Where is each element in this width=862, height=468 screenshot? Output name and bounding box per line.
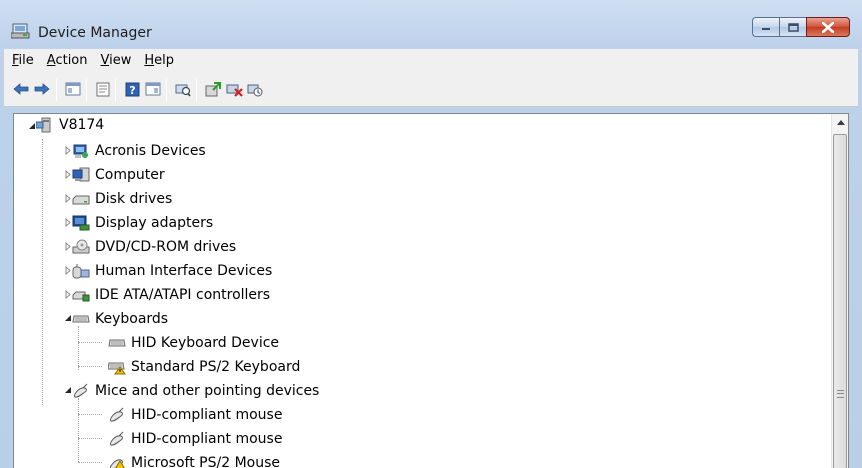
device-manager-icon [10, 23, 31, 39]
menu-action[interactable]: Action [41, 53, 95, 68]
expand-arrow-icon[interactable] [63, 170, 72, 179]
tree-item-disk-drives[interactable]: Disk drives [72, 188, 172, 210]
window-title: Device Manager [38, 25, 152, 41]
update-driver-icon[interactable] [204, 80, 222, 98]
tree-item-microsoft-ps2-mouse[interactable]: Microsoft PS/2 Mouse [108, 452, 280, 468]
scrollbar-thumb[interactable] [833, 134, 847, 468]
menu-mnemonic: V [100, 53, 110, 68]
tree-line [78, 462, 102, 463]
menu-bar: File Action View Help [4, 49, 858, 72]
toolbar-separator [115, 79, 116, 101]
maximize-button[interactable] [779, 17, 806, 37]
menu-file[interactable]: File [6, 53, 41, 68]
disk-drive-icon [72, 191, 90, 207]
toolbar-separator [166, 79, 167, 101]
tree-item-hid-compliant-mouse-1[interactable]: HID-compliant mouse [108, 404, 282, 426]
tree-item-display-adapters[interactable]: Display adapters [72, 212, 213, 234]
caption-buttons [752, 17, 850, 37]
tree-line [42, 139, 43, 405]
help-icon[interactable]: ? [123, 80, 141, 98]
tree-line [78, 398, 79, 462]
mouse-icon [108, 407, 126, 423]
expand-arrow-icon[interactable] [63, 194, 72, 203]
keyboard-warning-icon [108, 359, 126, 375]
scan-hardware-icon[interactable] [174, 80, 192, 98]
tree-item-human-interface-devices[interactable]: Human Interface Devices [72, 260, 272, 282]
title-bar[interactable]: Device Manager [0, 0, 862, 48]
tree-line [78, 326, 79, 370]
expand-arrow-icon[interactable] [63, 218, 72, 227]
menu-view[interactable]: View [95, 53, 139, 68]
keyboard-icon [108, 335, 126, 351]
collapse-arrow-icon[interactable] [27, 121, 36, 130]
forward-arrow-icon[interactable] [33, 80, 51, 98]
tree-line [78, 414, 102, 415]
expand-arrow-icon[interactable] [63, 242, 72, 251]
scrollbar-grip-icon [837, 390, 844, 398]
close-icon [822, 21, 834, 33]
collapse-arrow-icon[interactable] [63, 385, 72, 394]
tree-line [78, 342, 102, 343]
uninstall-icon[interactable] [225, 80, 243, 98]
device-manager-window: Device Manager File Action View Help ? V… [0, 0, 862, 468]
tree-item-standard-ps2-keyboard[interactable]: Standard PS/2 Keyboard [108, 356, 300, 378]
tree-item-computer[interactable]: Computer [72, 164, 165, 186]
scroll-up-arrow-icon[interactable] [832, 114, 848, 131]
hid-icon [72, 263, 90, 279]
tree-item-mice-and-other-pointing-devices[interactable]: Mice and other pointing devices [72, 380, 319, 402]
svg-text:?: ? [129, 84, 135, 97]
toolbar-separator [196, 79, 197, 101]
tree-item-hid-keyboard-device[interactable]: HID Keyboard Device [108, 332, 279, 354]
acronis-device-icon [72, 143, 90, 159]
computer-tower-icon [36, 117, 54, 133]
device-tree: V8174 Acronis Devices Computer Disk driv… [14, 114, 832, 468]
menu-mnemonic: H [144, 53, 155, 68]
minimize-icon [762, 28, 770, 30]
mouse-icon [72, 383, 90, 399]
tree-root-computer[interactable]: V8174 [36, 114, 104, 136]
close-button[interactable] [806, 17, 850, 37]
tree-line [78, 438, 102, 439]
expand-arrow-icon[interactable] [63, 146, 72, 155]
maximize-icon [787, 22, 799, 32]
tree-item-hid-compliant-mouse-2[interactable]: HID-compliant mouse [108, 428, 282, 450]
keyboard-icon [72, 311, 90, 327]
properties-icon[interactable] [94, 80, 112, 98]
tree-item-keyboards[interactable]: Keyboards [72, 308, 168, 330]
ide-controller-icon [72, 287, 90, 303]
tree-item-dvd-cd-rom-drives[interactable]: DVD/CD-ROM drives [72, 236, 236, 258]
mouse-icon [108, 431, 126, 447]
vertical-scrollbar[interactable] [831, 114, 848, 468]
display-adapter-icon [72, 215, 90, 231]
back-arrow-icon[interactable] [12, 80, 30, 98]
disable-icon[interactable] [246, 80, 264, 98]
menu-mnemonic: A [46, 53, 56, 68]
computer-icon [72, 167, 90, 183]
tree-line [78, 366, 102, 367]
collapse-arrow-icon[interactable] [63, 313, 72, 322]
expand-arrow-icon[interactable] [63, 266, 72, 275]
tree-root-label: V8174 [59, 117, 105, 133]
tree-item-acronis-devices[interactable]: Acronis Devices [72, 140, 206, 162]
device-tree-pane[interactable]: V8174 Acronis Devices Computer Disk driv… [13, 113, 849, 468]
tree-item-ide-ata-atapi-controllers[interactable]: IDE ATA/ATAPI controllers [72, 284, 270, 306]
toolbar-separator [86, 79, 87, 101]
optical-drive-icon [72, 239, 90, 255]
view-icon[interactable] [144, 80, 162, 98]
menu-help[interactable]: Help [138, 53, 181, 68]
toolbar: ? [4, 72, 858, 107]
show-hide-console-tree-icon[interactable] [64, 80, 82, 98]
expand-arrow-icon[interactable] [63, 290, 72, 299]
minimize-button[interactable] [752, 17, 779, 37]
menu-mnemonic: F [12, 53, 19, 68]
toolbar-separator [56, 79, 57, 101]
mouse-warning-icon [108, 455, 126, 468]
